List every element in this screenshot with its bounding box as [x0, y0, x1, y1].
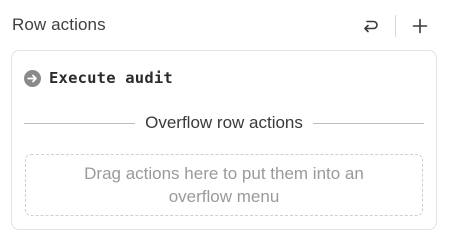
add-action-button[interactable]: [408, 14, 432, 38]
plus-icon: [412, 18, 428, 34]
arrow-circle-right-icon: [24, 69, 41, 87]
action-item-execute-audit[interactable]: Execute audit: [24, 67, 173, 89]
panel-title: Row actions: [12, 15, 106, 34]
separator-line-right: [312, 122, 424, 124]
overflow-separator-label: Overflow row actions: [145, 113, 303, 132]
action-label: Execute audit: [49, 69, 173, 87]
separator-line-left: [24, 122, 136, 124]
overflow-separator: Overflow row actions: [24, 113, 424, 133]
undo-icon: [361, 17, 379, 35]
overflow-dropzone[interactable]: Drag actions here to put them into an ov…: [25, 154, 423, 216]
row-actions-header: Row actions: [12, 10, 440, 42]
undo-button[interactable]: [358, 14, 382, 38]
dropzone-hint: Drag actions here to put them into an ov…: [84, 164, 364, 206]
header-divider: [395, 15, 396, 37]
row-actions-card: Execute audit Overflow row actions Drag …: [11, 50, 437, 230]
